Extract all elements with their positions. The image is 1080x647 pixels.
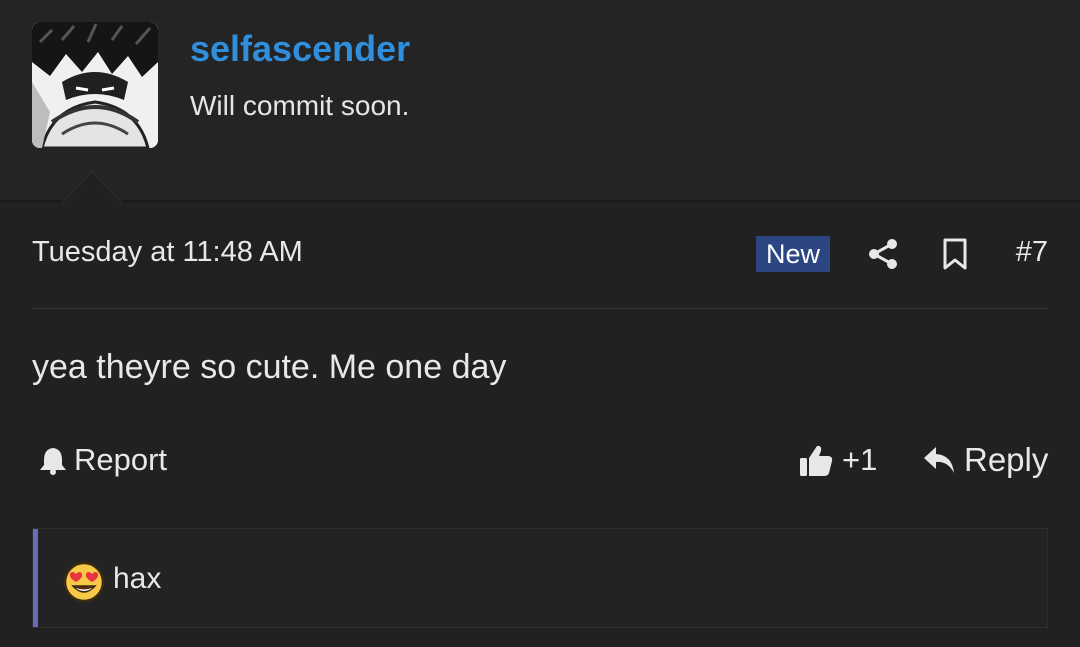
like-count: +1 [842, 442, 878, 477]
like-button[interactable]: +1 [798, 440, 877, 480]
heart-eyes-emoji-icon [63, 561, 105, 603]
user-title: Will commit soon. [190, 90, 410, 121]
report-button[interactable]: Report [38, 440, 167, 480]
thumbs-up-icon [800, 445, 833, 476]
avatar-image [32, 22, 158, 148]
reactions-bar[interactable]: hax [32, 528, 1048, 628]
post-number-link[interactable]: #7 [1016, 236, 1048, 269]
post-body: yea theyre so cute. Me one day [32, 348, 507, 386]
reactions-accent [33, 529, 38, 627]
share-icon[interactable] [868, 238, 898, 270]
reply-button[interactable]: Reply [922, 440, 1048, 480]
user-header: selfascender Will commit soon. [0, 0, 1080, 202]
report-label: Report [74, 442, 168, 477]
post-meta-row: Tuesday at 11:48 AM New #7 [32, 232, 1048, 278]
post-date[interactable]: Tuesday at 11:48 AM [32, 236, 303, 269]
new-badge: New [756, 236, 831, 272]
username-link[interactable]: selfascender [190, 28, 410, 70]
callout-arrow [64, 172, 120, 202]
reaction-user-link[interactable]: hax [113, 562, 161, 596]
bookmark-icon[interactable] [942, 238, 968, 270]
reply-icon [924, 447, 954, 473]
reply-label: Reply [964, 441, 1049, 478]
avatar[interactable] [32, 22, 158, 148]
divider [32, 308, 1048, 309]
bell-icon [40, 448, 66, 475]
